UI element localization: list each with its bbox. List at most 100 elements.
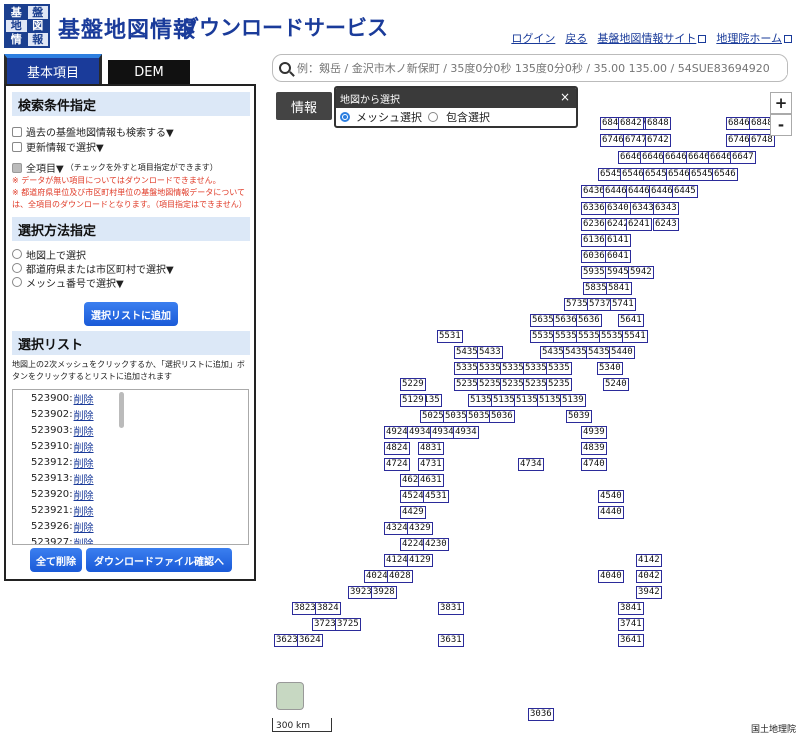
mesh-cell[interactable]: 5235 [546,378,572,391]
mesh-cell[interactable]: 6848 [645,117,671,130]
all-items-checkbox[interactable] [12,162,22,173]
mesh-cell[interactable]: 6343 [653,202,679,215]
mesh-cell[interactable]: 5636 [553,314,579,327]
inclusion-select-radio[interactable] [428,112,438,122]
mesh-cell[interactable]: 3036 [528,708,554,721]
mesh-cell[interactable]: 5335 [477,362,503,375]
mesh-cell[interactable]: 5535 [553,330,579,343]
delete-link[interactable]: 削除 [74,439,94,454]
updated-info-checkbox[interactable] [12,141,22,152]
tab-dem[interactable]: DEM [108,60,190,84]
past-info-checkbox[interactable] [12,126,22,137]
mesh-cell[interactable]: 5235 [500,378,526,391]
delete-link[interactable]: 削除 [74,535,94,545]
delete-link[interactable]: 削除 [74,487,94,502]
mesh-cell[interactable]: 6546 [620,168,646,181]
delete-link[interactable]: 削除 [74,503,94,518]
mesh-cell[interactable]: 5025 [420,410,446,423]
mesh-cell[interactable]: 6336 [581,202,607,215]
mesh-cell[interactable]: 5335 [500,362,526,375]
mesh-cell[interactable]: 5129 [400,394,426,407]
mesh-cell[interactable]: 3723 [312,618,338,631]
gsi-home-link[interactable]: 地理院ホーム [716,32,782,45]
list-scrollbar[interactable] [119,392,124,428]
mesh-cell[interactable]: 4329 [407,522,433,535]
site-logo[interactable]: 基 盤 地 図 情 報 [4,4,50,48]
mesh-cell[interactable]: 5435 [563,346,589,359]
mesh-cell[interactable]: 3641 [618,634,644,647]
delete-link[interactable]: 削除 [74,519,94,534]
mesh-cell[interactable]: 5035 [443,410,469,423]
mesh-cell[interactable]: 5735 [564,298,590,311]
mesh-cell[interactable]: 3823 [292,602,318,615]
mesh-cell[interactable]: 6545 [689,168,715,181]
mesh-cell[interactable]: 4440 [598,506,624,519]
mesh-cell[interactable]: 5240 [603,378,629,391]
mesh-cell[interactable]: 5641 [618,314,644,327]
method-map-radio[interactable] [12,249,22,259]
mesh-cell[interactable]: 3623 [274,634,300,647]
mesh-cell[interactable]: 4934 [430,426,456,439]
place-search-bar[interactable] [272,54,788,82]
info-button[interactable]: 情報 [276,92,332,120]
mesh-cell[interactable]: 6646 [663,151,689,164]
mesh-cell[interactable]: 5335 [546,362,572,375]
mesh-cell[interactable]: 5440 [609,346,635,359]
mesh-cell[interactable]: 5942 [628,266,654,279]
mesh-cell[interactable]: 4230 [423,538,449,551]
mesh-cell[interactable]: 4224 [400,538,426,551]
tab-basic-items[interactable]: 基本項目 [4,54,102,84]
map-area[interactable]: 6846684768486842684668486746674767426746… [268,50,800,739]
mesh-cell[interactable]: 3923 [348,586,374,599]
mesh-cell[interactable]: 6041 [605,250,631,263]
add-to-list-button[interactable]: 選択リストに追加 [84,302,178,326]
mesh-cell[interactable]: 3824 [315,602,341,615]
mesh-cell[interactable]: 5435 [586,346,612,359]
delete-link[interactable]: 削除 [74,455,94,470]
mesh-cell[interactable]: 5139 [560,394,586,407]
mesh-cell[interactable]: 4324 [384,522,410,535]
delete-link[interactable]: 削除 [74,407,94,422]
delete-link[interactable]: 削除 [74,423,94,438]
mesh-cell[interactable]: 5135 [468,394,494,407]
mesh-cell[interactable]: 5841 [606,282,632,295]
mesh-cell[interactable]: 3631 [438,634,464,647]
mesh-cell[interactable]: 5636 [576,314,602,327]
mesh-cell[interactable]: 6340 [605,202,631,215]
method-mesh-row[interactable]: メッシュ番号で選択▼ [12,275,254,290]
mesh-cell[interactable]: 4129 [407,554,433,567]
mesh-cell[interactable]: 4939 [581,426,607,439]
mesh-cell[interactable]: 6746 [726,134,752,147]
mesh-cell[interactable]: 6236 [581,218,607,231]
mesh-cell[interactable]: 4934 [453,426,479,439]
mesh-cell[interactable]: 3725 [335,618,361,631]
zoom-out-button[interactable]: - [770,114,792,136]
mesh-cell[interactable]: 6546 [666,168,692,181]
mesh-cell[interactable]: 3841 [618,602,644,615]
method-pref-row[interactable]: 都道府県または市区町村で選択▼ [12,261,254,276]
mesh-cell[interactable]: 5535 [530,330,556,343]
mesh-cell[interactable]: 5335 [523,362,549,375]
mesh-cell[interactable]: 5135 [537,394,563,407]
mesh-cell[interactable]: 4831 [418,442,444,455]
mesh-select-radio[interactable] [340,112,350,122]
mesh-cell[interactable]: 5635 [530,314,556,327]
mesh-cell[interactable]: 4540 [598,490,624,503]
mesh-cell[interactable]: 6241 [626,218,652,231]
mesh-cell[interactable]: 4924 [384,426,410,439]
all-items-checkbox-row[interactable]: 全項目▼ （チェックを外すと項目指定ができます） [12,160,254,175]
mesh-cell[interactable]: 6746 [600,134,626,147]
mesh-cell[interactable]: 5535 [599,330,625,343]
mesh-cell[interactable]: 5737 [587,298,613,311]
mesh-cell[interactable]: 6141 [605,234,631,247]
close-icon[interactable]: × [560,90,570,104]
mesh-cell[interactable]: 5235 [477,378,503,391]
mesh-cell[interactable]: 5535 [576,330,602,343]
back-link[interactable]: 戻る [565,30,587,46]
delete-all-button[interactable]: 全て削除 [30,548,82,572]
base-map-switcher[interactable] [276,682,304,710]
mesh-cell[interactable]: 3831 [438,602,464,615]
mesh-cell[interactable]: 5945 [605,266,631,279]
mesh-cell[interactable]: 5135 [514,394,540,407]
mesh-cell[interactable]: 4429 [400,506,426,519]
